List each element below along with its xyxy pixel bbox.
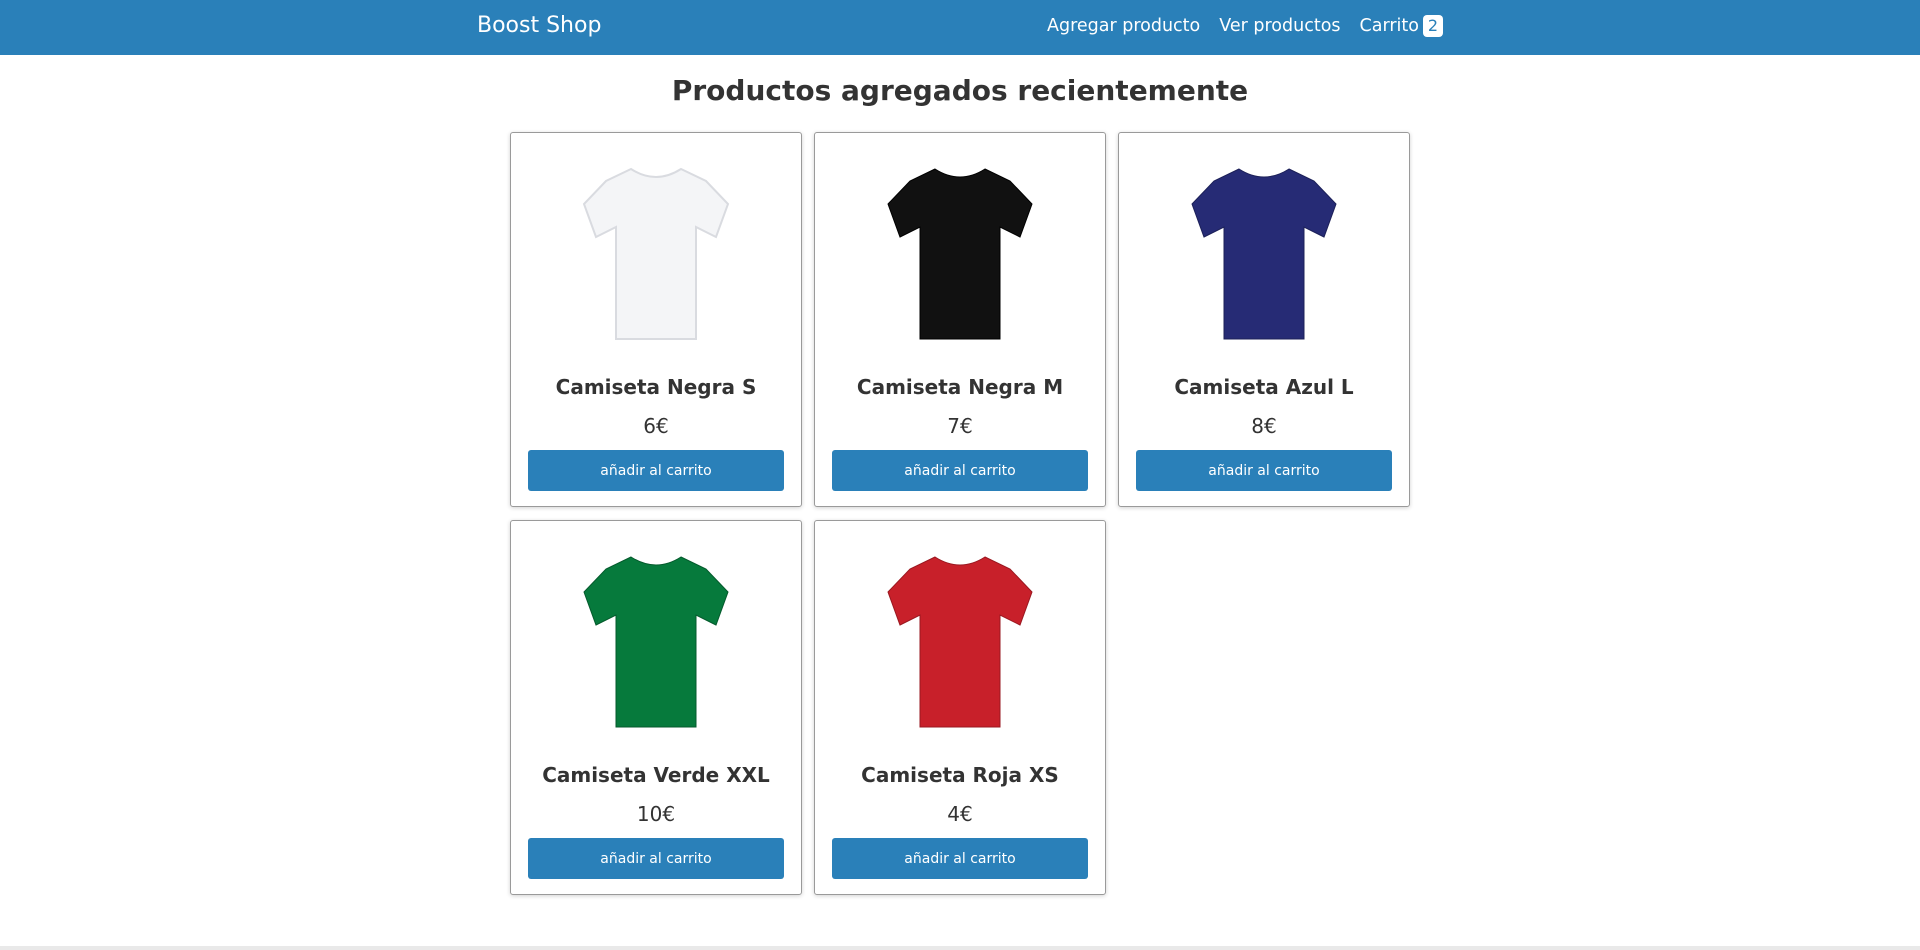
navy-tshirt-icon bbox=[1184, 149, 1344, 359]
product-name: Camiseta Negra M bbox=[856, 375, 1064, 399]
green-tshirt-icon bbox=[576, 537, 736, 747]
add-to-cart-button[interactable]: añadir al carrito bbox=[832, 450, 1088, 491]
product-name: Camiseta Verde XXL bbox=[542, 763, 770, 787]
add-to-cart-button[interactable]: añadir al carrito bbox=[528, 450, 784, 491]
product-name: Camiseta Roja XS bbox=[861, 763, 1059, 787]
product-name: Camiseta Negra S bbox=[555, 375, 757, 399]
cart-count-badge: 2 bbox=[1423, 15, 1443, 37]
product-price: 6€ bbox=[643, 414, 669, 438]
black-tshirt-icon bbox=[880, 149, 1040, 359]
nav-links: Agregar producto Ver productos Carrito 2 bbox=[1047, 15, 1443, 37]
tshirt-shape bbox=[887, 168, 1033, 340]
product-price: 8€ bbox=[1251, 414, 1277, 438]
add-to-cart-button[interactable]: añadir al carrito bbox=[1136, 450, 1392, 491]
product-card: Camiseta Negra M 7€ añadir al carrito bbox=[814, 132, 1106, 507]
product-card: Camiseta Verde XXL 10€ añadir al carrito bbox=[510, 520, 802, 895]
nav-cart-link[interactable]: Carrito 2 bbox=[1360, 15, 1443, 37]
product-price: 4€ bbox=[947, 802, 973, 826]
product-name: Camiseta Azul L bbox=[1174, 375, 1354, 399]
product-card: Camiseta Negra S 6€ añadir al carrito bbox=[510, 132, 802, 507]
add-to-cart-button[interactable]: añadir al carrito bbox=[832, 838, 1088, 879]
navbar: Boost Shop Agregar producto Ver producto… bbox=[0, 0, 1920, 55]
red-tshirt-icon bbox=[880, 537, 1040, 747]
white-tshirt-icon bbox=[576, 149, 736, 359]
product-card: Camiseta Roja XS 4€ añadir al carrito bbox=[814, 520, 1106, 895]
page-bottom-divider bbox=[0, 946, 1920, 950]
product-grid: Camiseta Negra S 6€ añadir al carrito Ca… bbox=[510, 132, 1410, 897]
product-card: Camiseta Azul L 8€ añadir al carrito bbox=[1118, 132, 1410, 507]
product-price: 10€ bbox=[636, 802, 676, 826]
brand-link[interactable]: Boost Shop bbox=[477, 13, 601, 38]
add-to-cart-button[interactable]: añadir al carrito bbox=[528, 838, 784, 879]
tshirt-shape bbox=[1191, 168, 1337, 340]
tshirt-shape bbox=[582, 167, 730, 340]
page-title: Productos agregados recientemente bbox=[671, 74, 1249, 107]
product-price: 7€ bbox=[947, 414, 973, 438]
nav-add-product-link[interactable]: Agregar producto bbox=[1047, 16, 1200, 36]
tshirt-shape bbox=[583, 556, 729, 728]
nav-view-products-link[interactable]: Ver productos bbox=[1219, 16, 1340, 36]
cart-label: Carrito bbox=[1359, 16, 1419, 36]
tshirt-shape bbox=[887, 556, 1033, 728]
